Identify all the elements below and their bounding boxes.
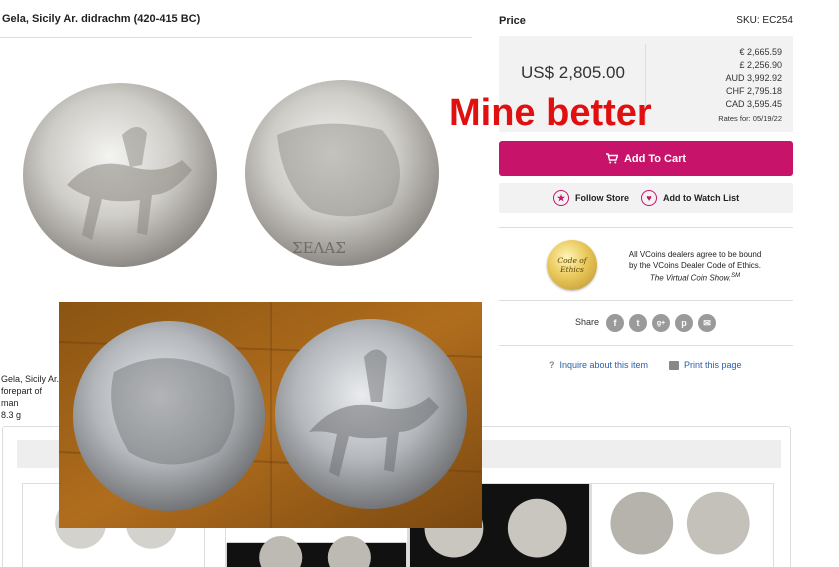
inquire-link[interactable]: ? Inquire about this item [549,360,648,370]
follow-bar: ★ Follow Store ♥ Add to Watch List [499,183,793,213]
ethics-divider-top [499,227,793,228]
description-line: Gela, Sicily Ar. [1,374,60,384]
rate-line: £ 2,256.90 [739,60,782,70]
question-icon: ? [549,360,555,370]
service-mark: SM [731,273,741,279]
twitter-icon[interactable]: t [629,314,647,332]
follow-store-label: Follow Store [575,193,629,203]
print-label: Print this page [684,360,742,370]
ethics-statement: All VCoins dealers agree to be bound by … [620,250,770,284]
seal-line: Code of [557,256,587,265]
follow-store-button[interactable]: ★ Follow Store [553,190,629,206]
share-label: Share [575,317,600,327]
sku: SKU: EC254 [736,15,793,26]
mine-better-annotation: Mine better [449,92,652,134]
svg-text:ΣΕΛΑΣ: ΣΕΛΑΣ [292,239,346,257]
share-divider [499,345,793,346]
ethics-line: All VCoins dealers agree to be bound [628,250,762,259]
watch-list-button[interactable]: ♥ Add to Watch List [641,190,739,206]
cart-icon [605,153,618,164]
currency-rates: € 2,665.59 £ 2,256.90 AUD 3,992.92 CHF 2… [718,46,782,125]
main-price: US$ 2,805.00 [521,63,625,82]
add-to-cart-label: Add To Cart [623,152,687,165]
product-title: Gela, Sicily Ar. didrachm (420-415 BC) [2,13,201,25]
rate-line: CAD 3,595.45 [725,99,782,109]
star-icon: ★ [553,190,569,206]
ethics-divider-bottom [499,300,793,301]
code-of-ethics-seal[interactable]: Code of Ethics [547,240,597,290]
rate-line: € 2,665.59 [739,47,782,57]
print-link[interactable]: Print this page [669,360,742,370]
overlay-coin-photo [59,302,482,528]
inquire-label: Inquire about this item [559,360,649,370]
watch-list-label: Add to Watch List [663,193,740,203]
rates-date: Rates for: 05/19/22 [718,114,782,123]
seal-line: Ethics [560,265,584,274]
pinterest-icon[interactable]: p [675,314,693,332]
price-label: Price [499,15,526,27]
google-plus-icon[interactable]: g+ [652,314,670,332]
description-line: 8.3 g [1,410,22,420]
description-line: forepart of man [1,386,43,408]
related-item-image [610,491,750,555]
page: Gela, Sicily Ar. didrachm (420-415 BC) Σ… [0,0,839,567]
rate-line: AUD 3,992.92 [725,73,782,83]
virtual-coin-show: The Virtual Coin Show. [649,273,732,283]
printer-icon [669,360,679,370]
title-divider [0,37,472,38]
coin-photo[interactable]: ΣΕΛΑΣ [22,75,462,275]
email-icon[interactable]: ✉ [698,314,716,332]
add-to-cart-button[interactable]: Add To Cart [499,141,793,176]
heart-icon: ♥ [641,190,657,206]
facebook-icon[interactable]: f [606,314,624,332]
ethics-line: by the VCoins Dealer Code of Ethics. [628,260,762,270]
ethics-line: The Virtual Coin Show.SM [620,271,770,284]
related-item-card[interactable] [591,483,774,567]
rate-line: CHF 2,795.18 [725,86,782,96]
product-description: Gela, Sicily Ar. forepart of man 8.3 g [1,373,61,421]
share-icons: f t g+ p ✉ [606,314,716,332]
